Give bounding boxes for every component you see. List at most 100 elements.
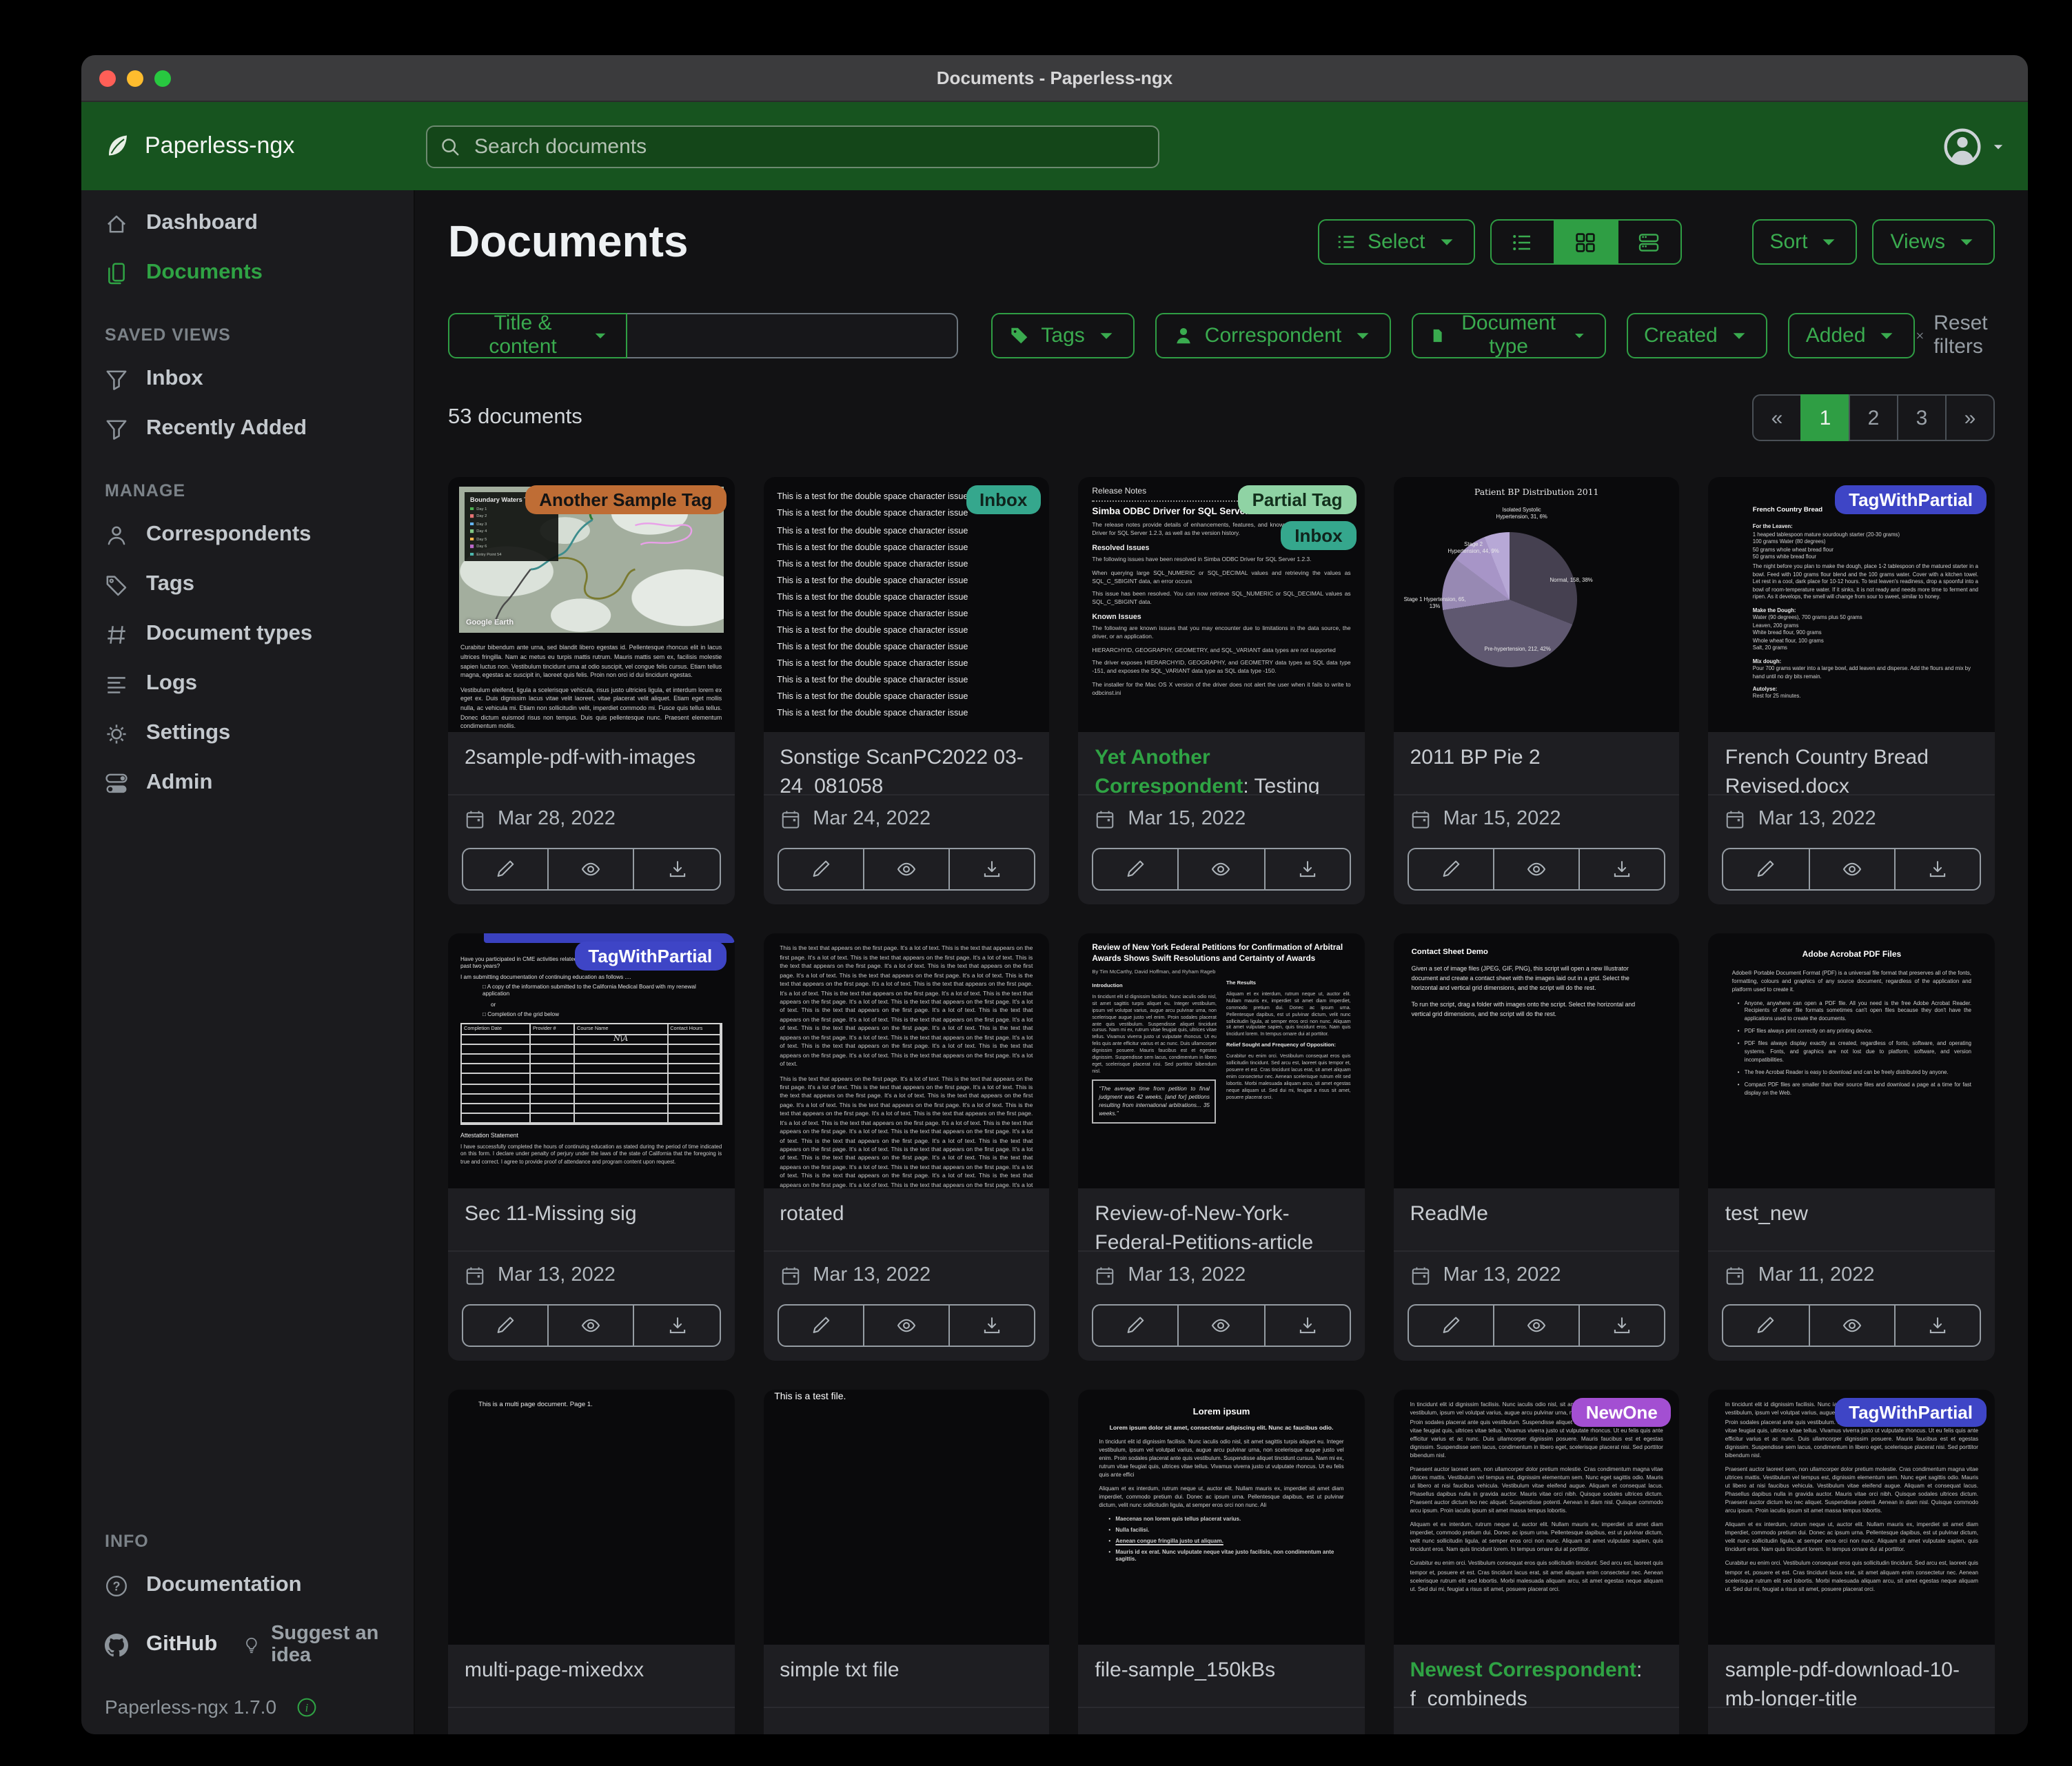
card-title[interactable]: rotated: [780, 1201, 1033, 1230]
sidebar-item-suggest-idea[interactable]: Suggest an idea: [231, 1610, 414, 1679]
card-title[interactable]: file-sample_150kBs: [1095, 1658, 1348, 1686]
document-card[interactable]: French Country Bread For the Leaven:1 he…: [1709, 478, 1995, 905]
view-button[interactable]: [1494, 850, 1580, 890]
correspondent-filter-button[interactable]: Correspondent: [1155, 313, 1391, 358]
created-filter-button[interactable]: Created: [1626, 313, 1767, 358]
card-title[interactable]: ReadMe: [1410, 1201, 1663, 1230]
card-title[interactable]: multi-page-mixedxx: [465, 1658, 718, 1686]
edit-button[interactable]: [1409, 850, 1494, 890]
document-thumbnail[interactable]: Patient BP Distribution 2011 Isolated Sy…: [1394, 478, 1680, 733]
download-button[interactable]: [635, 850, 719, 890]
document-card[interactable]: Review of New York Federal Petitions for…: [1078, 934, 1364, 1361]
sidebar-item-correspondents[interactable]: Correspondents: [81, 510, 414, 560]
edit-button[interactable]: [1093, 850, 1179, 890]
correspondent-link[interactable]: Yet Another Correspondent: [1095, 747, 1243, 795]
document-thumbnail[interactable]: This is a test for the double space char…: [763, 478, 1049, 733]
download-button[interactable]: [950, 850, 1034, 890]
page-button-«[interactable]: «: [1752, 395, 1802, 442]
edit-button[interactable]: [1409, 1306, 1494, 1346]
download-button[interactable]: [1580, 1306, 1664, 1346]
edit-button[interactable]: [463, 850, 549, 890]
document-card[interactable]: Contact Sheet DemoGiven a set of image f…: [1394, 934, 1680, 1361]
document-thumbnail[interactable]: This is a test file.: [763, 1390, 1049, 1645]
view-button[interactable]: [1494, 1306, 1580, 1346]
user-menu-button[interactable]: [1942, 126, 2006, 166]
document-card[interactable]: Have you participated in CME activities …: [448, 934, 734, 1361]
card-title[interactable]: sample-pdf-download-10-mb-longer-title: [1725, 1658, 1978, 1707]
tag-badge[interactable]: Another Sample Tag: [525, 486, 726, 515]
document-card[interactable]: Boundary Waters Trip Day 1Day 2Day 3Day …: [448, 478, 734, 905]
download-button[interactable]: [1580, 850, 1664, 890]
document-card[interactable]: Patient BP Distribution 2011 Isolated Sy…: [1394, 478, 1680, 905]
tag-badge[interactable]: Partial Tag: [1239, 486, 1357, 515]
search-input[interactable]: [471, 133, 1146, 159]
card-title[interactable]: 2011 BP Pie 2: [1410, 745, 1663, 773]
tag-badge[interactable]: Inbox: [966, 486, 1041, 515]
card-title[interactable]: Yet Another Correspondent: Testing Email: [1095, 745, 1348, 795]
tag-badge[interactable]: TagWithPartial: [1835, 486, 1987, 515]
zoom-button[interactable]: [154, 70, 171, 86]
card-title[interactable]: Sonstige ScanPC2022 03-24_081058: [780, 745, 1033, 795]
tag-badge[interactable]: TagWithPartial: [574, 942, 726, 971]
tag-badge[interactable]: Inbox: [1281, 522, 1356, 551]
sidebar-item-documentation[interactable]: ? Documentation: [81, 1561, 414, 1610]
page-button-»[interactable]: »: [1945, 395, 1995, 442]
minimize-button[interactable]: [127, 70, 143, 86]
document-thumbnail[interactable]: Boundary Waters Trip Day 1Day 2Day 3Day …: [448, 478, 734, 733]
sort-button[interactable]: Sort: [1751, 219, 1857, 265]
page-button-3[interactable]: 3: [1897, 395, 1947, 442]
document-card[interactable]: This is a test for the double space char…: [763, 478, 1049, 905]
document-card[interactable]: This is the text that appears on the fir…: [763, 934, 1049, 1361]
document-card[interactable]: This is a multi page document. Page 1. m…: [448, 1390, 734, 1734]
sidebar-item-admin[interactable]: Admin: [81, 758, 414, 808]
document-card[interactable]: In tincidunt elit id dignissim facilisis…: [1709, 1390, 1995, 1734]
edit-button[interactable]: [778, 1306, 864, 1346]
view-list-button[interactable]: [1491, 221, 1554, 263]
edit-button[interactable]: [1724, 1306, 1809, 1346]
document-card[interactable]: In tincidunt elit id dignissim facilisis…: [1394, 1390, 1680, 1734]
page-button-1[interactable]: 1: [1800, 395, 1850, 442]
tags-filter-button[interactable]: Tags: [991, 313, 1134, 358]
added-filter-button[interactable]: Added: [1788, 313, 1916, 358]
info-circle-icon[interactable]: i: [296, 1696, 316, 1717]
view-details-button[interactable]: [1618, 221, 1680, 263]
download-button[interactable]: [635, 1306, 719, 1346]
sidebar-item-tags[interactable]: Tags: [81, 560, 414, 609]
close-button[interactable]: [99, 70, 116, 86]
view-button[interactable]: [1179, 850, 1265, 890]
sidebar-item-github[interactable]: GitHub: [81, 1620, 225, 1669]
card-title[interactable]: test_new: [1725, 1201, 1978, 1230]
views-button[interactable]: Views: [1873, 219, 1995, 265]
view-button[interactable]: [864, 1306, 950, 1346]
view-grid-button[interactable]: [1554, 221, 1618, 263]
view-button[interactable]: [1179, 1306, 1265, 1346]
document-thumbnail[interactable]: Contact Sheet DemoGiven a set of image f…: [1394, 934, 1680, 1189]
card-title[interactable]: 2sample-pdf-with-images: [465, 745, 718, 773]
document-card[interactable]: Release NotesSimba ODBC Driver for SQL S…: [1078, 478, 1364, 905]
document-thumbnail[interactable]: Lorem ipsumLorem ipsum dolor sit amet, c…: [1078, 1390, 1364, 1645]
document-thumbnail[interactable]: In tincidunt elit id dignissim facilisis…: [1709, 1390, 1995, 1645]
tag-badge[interactable]: TagWithPartial: [1835, 1399, 1987, 1428]
correspondent-link[interactable]: Newest Correspondent: [1410, 1659, 1636, 1683]
view-button[interactable]: [1809, 1306, 1895, 1346]
edit-button[interactable]: [1093, 1306, 1179, 1346]
edit-button[interactable]: [463, 1306, 549, 1346]
card-title[interactable]: French Country Bread Revised.docx: [1725, 745, 1978, 795]
document-thumbnail[interactable]: French Country Bread For the Leaven:1 he…: [1709, 478, 1995, 733]
document-type-filter-button[interactable]: Document type: [1412, 313, 1605, 358]
download-button[interactable]: [1265, 1306, 1349, 1346]
title-content-filter-button[interactable]: Title & content: [448, 313, 627, 358]
sidebar-item-recently-added[interactable]: Recently Added: [81, 404, 414, 454]
document-card[interactable]: Lorem ipsumLorem ipsum dolor sit amet, c…: [1078, 1390, 1364, 1734]
document-thumbnail[interactable]: Review of New York Federal Petitions for…: [1078, 934, 1364, 1189]
document-thumbnail[interactable]: This is a multi page document. Page 1.: [448, 1390, 734, 1645]
document-thumbnail[interactable]: Adobe Acrobat PDF FilesAdobe® Portable D…: [1709, 934, 1995, 1189]
edit-button[interactable]: [1724, 850, 1809, 890]
sidebar-item-dashboard[interactable]: Dashboard: [81, 199, 414, 248]
download-button[interactable]: [1896, 850, 1980, 890]
reset-filters-button[interactable]: Reset filters: [1916, 312, 1995, 359]
view-button[interactable]: [864, 850, 950, 890]
sidebar-item-documents[interactable]: Documents: [81, 248, 414, 298]
document-thumbnail[interactable]: Release NotesSimba ODBC Driver for SQL S…: [1078, 478, 1364, 733]
view-button[interactable]: [549, 850, 634, 890]
